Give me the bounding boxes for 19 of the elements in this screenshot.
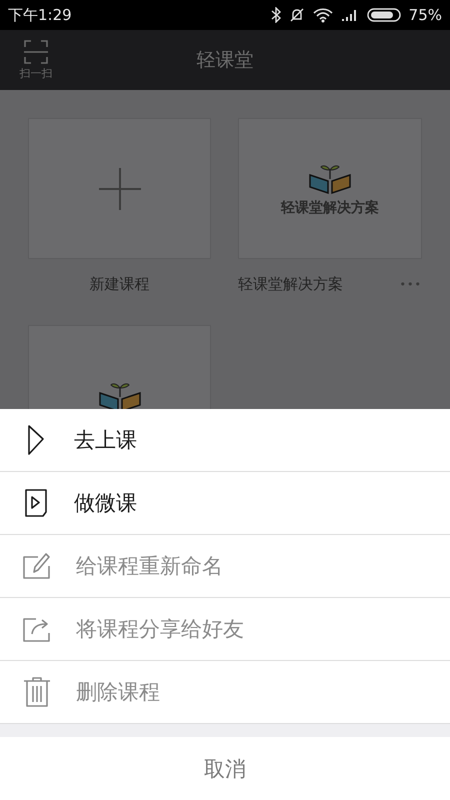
more-button[interactable]: ••• [400, 278, 422, 290]
course-name: 轻课堂解决方案 [238, 274, 343, 294]
signal-icon [340, 8, 359, 22]
bluetooth-icon [270, 7, 281, 23]
new-course-tile[interactable] [28, 118, 211, 259]
battery-percent: 75% [408, 6, 442, 24]
plus-icon [98, 168, 140, 210]
cover-title: 轻课堂解决方案 [281, 198, 379, 216]
course-cover[interactable]: 轻课堂解决方案 [238, 118, 422, 259]
course-name: 新建课程 [90, 274, 150, 294]
video-icon [22, 487, 50, 519]
edit-icon [22, 551, 52, 581]
trash-icon [22, 676, 52, 708]
scan-icon [24, 40, 48, 64]
scan-button[interactable]: 扫一扫 [8, 36, 64, 84]
wifi-icon [312, 7, 333, 23]
battery-icon [366, 8, 401, 22]
status-time: 下午1:29 [8, 6, 72, 24]
app-title: 轻课堂 [196, 48, 254, 73]
